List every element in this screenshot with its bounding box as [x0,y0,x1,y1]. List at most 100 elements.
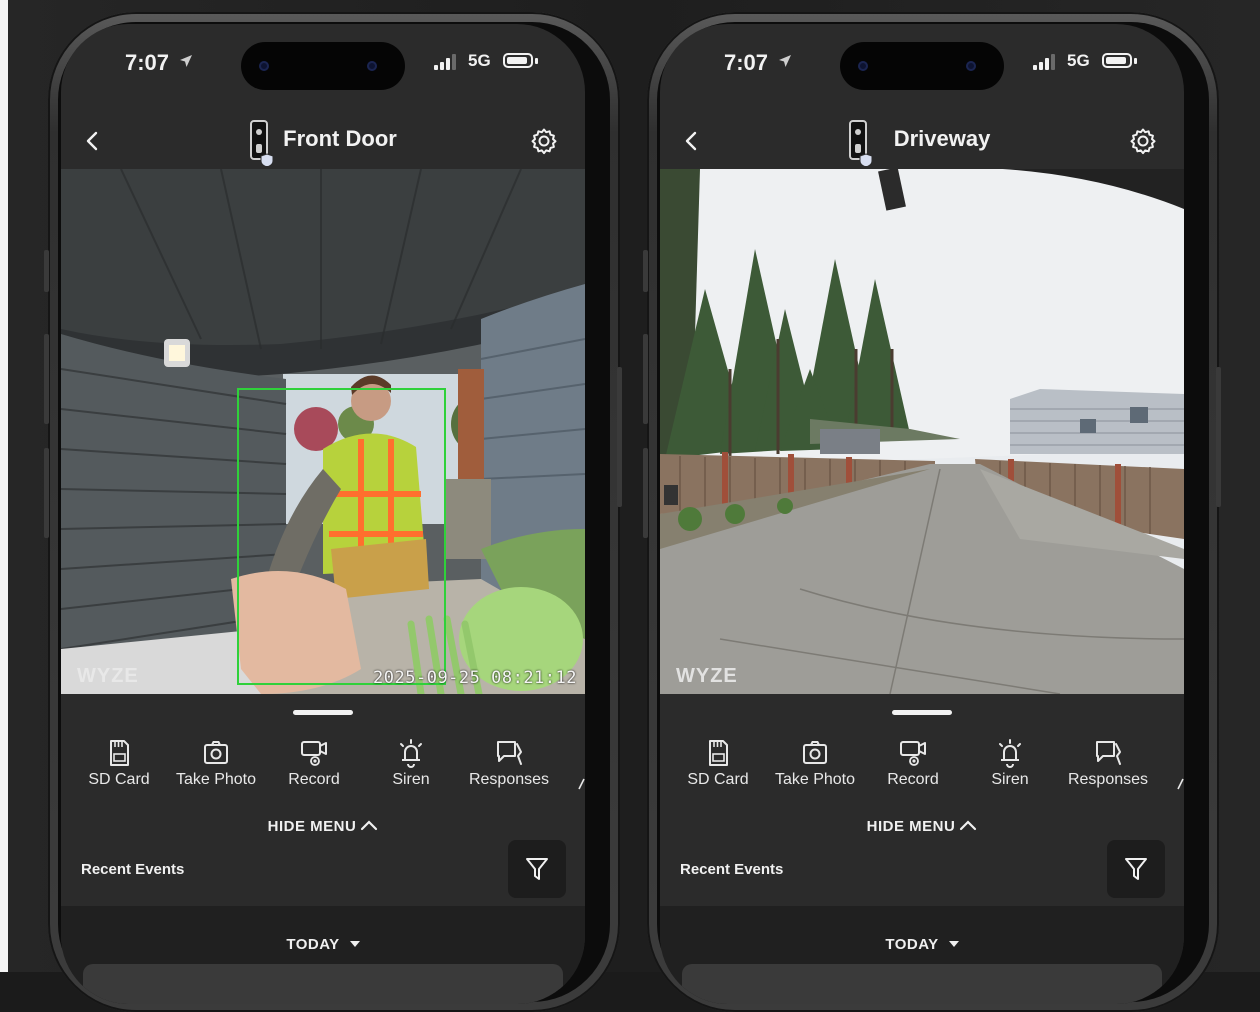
wyze-watermark: WYZE [77,665,139,687]
live-video-feed[interactable]: WYZE [660,169,1184,694]
caret-down-icon [948,941,959,947]
filter-button[interactable] [508,840,566,898]
responses-icon [1096,741,1121,765]
take-photo-button[interactable]: Take Photo [765,738,865,789]
wyze-watermark: WYZE [676,665,738,687]
event-card[interactable] [682,964,1162,1004]
sensor-icon [966,61,976,71]
side-button [643,334,648,424]
status-bar: 7:07 5G [61,24,585,99]
control-menu: SD Card Take Photo Record Siren Response… [660,738,1184,800]
menu-label: Record [887,771,939,788]
screen: 7:07 5G Front Door WYZE 2025-09-25 08:21… [61,24,585,1004]
menu-label: Responses [468,771,550,788]
side-button [617,367,622,507]
sd-card-button[interactable]: SD Card [668,738,768,789]
camera-header: Front Door [61,116,585,168]
front-door-scene [61,169,585,694]
menu-label: Responses [1067,771,1149,788]
menu-label: Take Photo [774,771,856,788]
battery-cap [535,58,538,64]
side-button [1216,367,1221,507]
camera-header: Driveway [660,116,1184,168]
phone-front-door: 7:07 5G Front Door WYZE 2025-09-25 08:21… [44,12,622,1012]
hide-menu-label: HIDE MENU [866,818,956,835]
drag-handle[interactable] [293,710,353,715]
sensor-icon [367,61,377,71]
hide-menu-button[interactable]: HIDE MENU [660,818,1184,835]
day-filter-label: TODAY [286,936,340,953]
camera-title: Front Door [283,126,397,151]
sd-card-icon [709,740,728,766]
chevron-up-icon [361,820,378,831]
control-menu: SD Card Take Photo Record Siren Response… [61,738,585,800]
menu-label: SD Card [687,771,749,788]
page-edge [0,0,8,972]
caret-down-icon [349,941,360,947]
side-button [643,250,648,292]
siren-button[interactable]: Siren [361,738,461,789]
battery-cap [1134,58,1137,64]
side-button [44,334,49,424]
menu-label: Siren [392,771,430,788]
menu-label: Take Photo [175,771,257,788]
drag-handle[interactable] [892,710,952,715]
sensor-icon [259,61,269,71]
responses-icon [497,741,522,765]
recent-events-heading: Recent Events [81,861,185,878]
siren-button[interactable]: Siren [960,738,1060,789]
camera-icon [204,741,228,764]
side-button [44,250,49,292]
hide-menu-button[interactable]: HIDE MENU [61,818,585,835]
filter-funnel-icon [526,858,548,880]
day-filter-dropdown[interactable]: TODAY [660,936,1184,953]
camera-title: Driveway [893,126,991,151]
more-menu-indicator [578,778,585,790]
location-arrow-icon [180,55,192,67]
settings-gear-icon[interactable] [1129,127,1157,155]
hide-menu-label: HIDE MENU [267,818,357,835]
status-bar: 7:07 5G [660,24,1184,99]
take-photo-button[interactable]: Take Photo [166,738,266,789]
responses-button[interactable]: Responses [459,738,559,789]
record-button[interactable]: Record [264,738,364,789]
menu-label: Siren [991,771,1029,788]
location-arrow-icon [779,55,791,67]
side-button [643,448,648,538]
responses-button[interactable]: Responses [1058,738,1158,789]
sd-card-icon [110,740,129,766]
cell-signal-icon [1033,54,1055,70]
settings-gear-icon[interactable] [530,127,558,155]
side-button [44,448,49,538]
screen: 7:07 5G Driveway WYZE SD Card Take Photo… [660,24,1184,1004]
driveway-scene [660,169,1184,694]
phone-driveway: 7:07 5G Driveway WYZE SD Card Take Photo… [643,12,1221,1012]
battery-icon [503,53,533,68]
recent-events-heading: Recent Events [680,861,784,878]
siren-icon [999,739,1021,768]
filter-button[interactable] [1107,840,1165,898]
menu-label: Record [288,771,340,788]
status-time: 7:07 [125,50,170,75]
record-icon [301,741,327,766]
record-icon [900,741,926,766]
dynamic-island [241,42,405,90]
filter-funnel-icon [1125,858,1147,880]
dynamic-island [840,42,1004,90]
sd-card-button[interactable]: SD Card [69,738,169,789]
camera-icon [803,741,827,764]
network-type: 5G [468,51,491,70]
video-timestamp: 2025-09-25 08:21:12 [373,668,577,688]
siren-icon [400,739,422,768]
record-button[interactable]: Record [863,738,963,789]
day-filter-dropdown[interactable]: TODAY [61,936,585,953]
event-card[interactable] [83,964,563,1004]
more-menu-indicator [1177,778,1184,790]
battery-icon [1102,53,1132,68]
live-video-feed[interactable]: WYZE 2025-09-25 08:21:12 [61,169,585,694]
day-filter-label: TODAY [885,936,939,953]
network-type: 5G [1067,51,1090,70]
status-time: 7:07 [724,50,769,75]
menu-label: SD Card [88,771,150,788]
cell-signal-icon [434,54,456,70]
